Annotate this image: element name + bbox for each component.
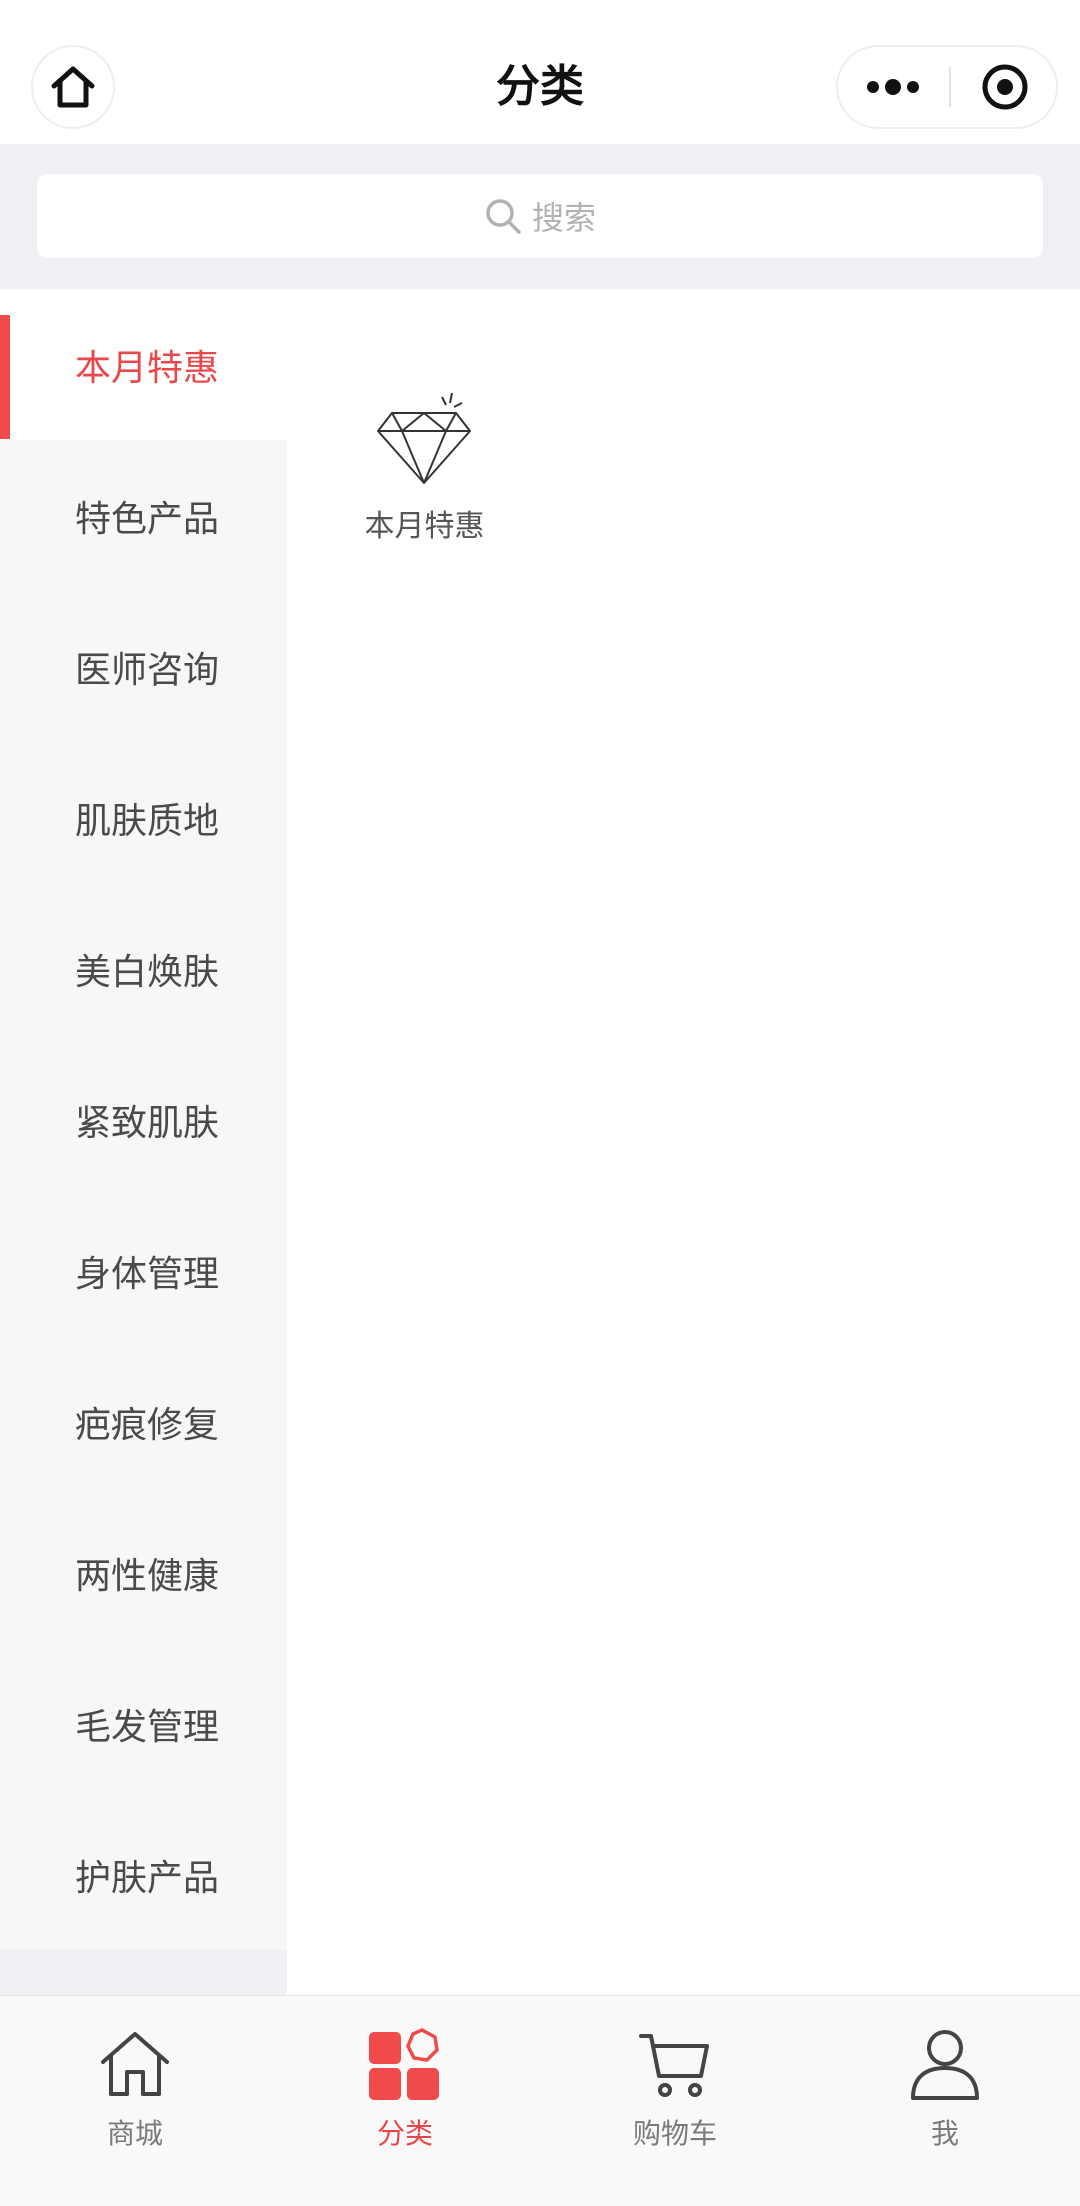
tab-bar: 商城 分类 购物车 我 [0,1995,1080,2206]
sidebar-item-label: 毛发管理 [75,1706,220,1748]
active-indicator [0,315,10,439]
sidebar-item-sexual-health[interactable]: 两性健康 [0,1497,287,1648]
sidebar-item-label: 疤痕修复 [75,1404,220,1446]
more-dots-icon [867,79,919,95]
tab-cart[interactable]: 购物车 [540,1996,810,2206]
sidebar-item-label: 两性健康 [75,1555,220,1597]
sidebar-item-label: 紧致肌肤 [75,1102,220,1144]
diamond-icon [376,392,471,484]
search-icon [486,199,521,234]
category-content: 本月特惠 [287,289,1080,1995]
sidebar-item-label: 身体管理 [75,1253,220,1295]
sidebar-item-monthly-special[interactable]: 本月特惠 [0,289,287,440]
sidebar-item-label: 本月特惠 [75,347,220,389]
sidebar-item-hair-care[interactable]: 毛发管理 [0,1648,287,1799]
sidebar-item-body-care[interactable]: 身体管理 [0,1195,287,1346]
home-button[interactable] [31,45,115,129]
target-circle-icon [982,64,1027,110]
home-icon [51,66,95,108]
sidebar-item-firming[interactable]: 紧致肌肤 [0,1044,287,1195]
user-icon [911,2030,979,2100]
close-miniprogram-button[interactable] [951,47,1058,127]
navigation-bar: 分类 [0,0,1080,144]
menu-capsule [836,45,1058,129]
category-card-monthly-special[interactable]: 本月特惠 [352,389,497,559]
sidebar-item-doctor-consult[interactable]: 医师咨询 [0,591,287,742]
sidebar-item-featured-products[interactable]: 特色产品 [0,440,287,591]
sidebar-item-label: 医师咨询 [75,649,220,691]
tab-me[interactable]: 我 [810,1996,1080,2206]
cart-icon [639,2034,709,2097]
tab-label: 分类 [376,2117,433,2150]
sidebar-item-label: 特色产品 [75,498,220,540]
sidebar-item-skincare-products[interactable]: 护肤产品 [0,1799,287,1950]
search-input[interactable]: 搜索 [37,174,1043,258]
sidebar-item-scar-repair[interactable]: 疤痕修复 [0,1346,287,1497]
tab-mall[interactable]: 商城 [0,1996,270,2206]
tab-label: 我 [930,2117,959,2150]
search-area: 搜索 [0,144,1080,289]
sidebar-item-label: 护肤产品 [75,1857,220,1899]
more-button[interactable] [838,47,948,127]
sidebar-item-whitening[interactable]: 美白焕肤 [0,893,287,1044]
tab-label: 商城 [106,2117,163,2150]
app-page: 分类 搜索 本月特惠 特色产品 医师咨询 肌肤质地 美白焕肤 紧致肌肤 身体管理… [0,0,1080,2206]
sidebar-item-skin-texture[interactable]: 肌肤质地 [0,742,287,893]
category-grid-icon [369,2028,439,2100]
category-label: 本月特惠 [364,509,485,544]
sidebar-bottom-spacer [0,1950,287,1995]
category-sidebar: 本月特惠 特色产品 医师咨询 肌肤质地 美白焕肤 紧致肌肤 身体管理 疤痕修复 … [0,289,287,1995]
sidebar-item-label: 肌肤质地 [75,800,220,842]
sidebar-item-label: 美白焕肤 [75,951,220,993]
tab-label: 购物车 [632,2117,717,2150]
home-outline-icon [101,2032,169,2096]
tab-category[interactable]: 分类 [270,1996,540,2206]
search-placeholder: 搜索 [531,199,596,237]
